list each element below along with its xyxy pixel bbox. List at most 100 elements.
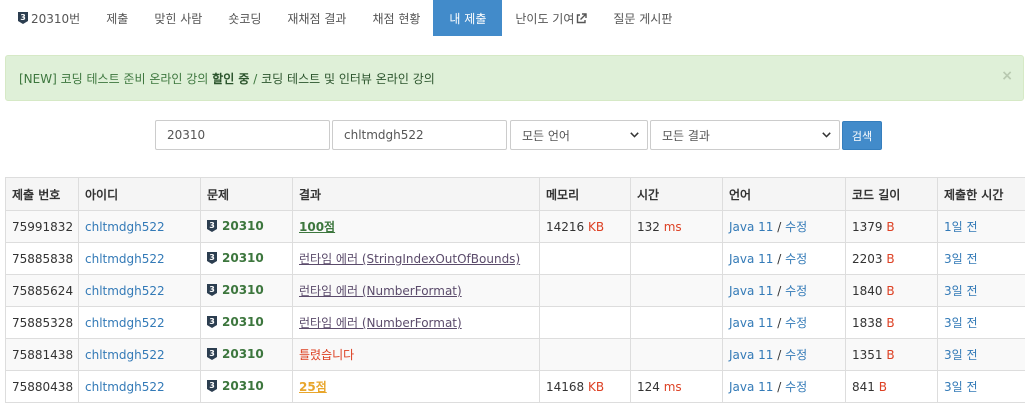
memory-value: 14216	[546, 219, 585, 234]
header-memory: 메모리	[539, 177, 631, 211]
chevron-down-icon	[822, 132, 831, 138]
code-length-cell: 2203 B	[845, 242, 938, 275]
time-unit: ms	[663, 219, 682, 234]
user-id-cell: chltmdgh522	[78, 242, 201, 275]
user-link[interactable]: chltmdgh522	[85, 348, 165, 362]
submission-id: 75991832	[5, 210, 79, 243]
submitted-time-link[interactable]: 3일 전	[944, 348, 978, 362]
language-link[interactable]: Java 11	[729, 220, 773, 234]
result-text[interactable]: 런타임 에러 (StringIndexOutOfBounds)	[299, 252, 520, 266]
tab-label: 제출	[106, 11, 129, 26]
problem-cell: 3 20310	[200, 306, 293, 339]
notice-banner: [NEW] 코딩 테스트 준비 온라인 강의 할인 중 / 코딩 테스트 및 인…	[5, 55, 1024, 101]
tab-my-submissions[interactable]: 내 제출	[433, 0, 503, 36]
code-length-value: 1379	[852, 219, 883, 234]
result-select-value: 모든 결과	[662, 128, 710, 143]
user-link[interactable]: chltmdgh522	[85, 316, 165, 330]
submitted-time-cell: 3일 전	[937, 338, 1025, 371]
submitted-time-link[interactable]: 1일 전	[944, 220, 978, 234]
result-select[interactable]: 모든 결과	[650, 120, 840, 150]
code-length-value: 2203	[852, 251, 883, 266]
language-select[interactable]: 모든 언어	[510, 120, 648, 150]
user-id-input[interactable]: chltmdgh522	[332, 120, 507, 150]
time-cell	[630, 338, 723, 371]
result-cell: 25점	[292, 370, 540, 403]
problem-link[interactable]: 3 20310	[207, 315, 264, 329]
problem-link[interactable]: 3 20310	[207, 251, 264, 265]
language-link[interactable]: Java 11	[729, 252, 773, 266]
memory-unit: KB	[588, 219, 605, 234]
code-length-value: 1838	[852, 315, 883, 330]
language-link[interactable]: Java 11	[729, 284, 773, 298]
code-length-unit: B	[878, 379, 887, 394]
tab-difficulty-contribution[interactable]: 난이도 기여	[502, 0, 600, 36]
submitted-time-link[interactable]: 3일 전	[944, 380, 978, 394]
edit-link[interactable]: 수정	[785, 380, 807, 394]
tab-submit[interactable]: 제출	[93, 0, 141, 36]
code-length-unit: B	[886, 347, 895, 362]
code-length-value: 1840	[852, 283, 883, 298]
submitted-time-link[interactable]: 3일 전	[944, 252, 978, 266]
tab-problem[interactable]: 3 20310번	[5, 0, 93, 36]
tab-label: 재채점 결과	[287, 11, 347, 26]
code-length-unit: B	[886, 283, 895, 298]
edit-link[interactable]: 수정	[785, 252, 807, 266]
problem-link[interactable]: 3 20310	[207, 283, 264, 297]
tab-short-coding[interactable]: 숏코딩	[215, 0, 274, 36]
notice-prefix: [NEW] 코딩 테스트 준비 온라인 강의	[19, 71, 213, 86]
submitted-time-cell: 3일 전	[937, 306, 1025, 339]
result-cell: 런타임 에러 (StringIndexOutOfBounds)	[292, 242, 540, 275]
memory-unit: KB	[588, 379, 605, 394]
edit-link[interactable]: 수정	[785, 284, 807, 298]
result-text[interactable]: 런타임 에러 (NumberFormat)	[299, 316, 462, 330]
submission-id: 75881438	[5, 338, 79, 371]
user-link[interactable]: chltmdgh522	[85, 284, 165, 298]
user-link[interactable]: chltmdgh522	[85, 252, 165, 266]
table-row: 75885328 chltmdgh522 3 20310 런타임 에러 (Numb…	[5, 306, 1025, 339]
tab-label: 난이도 기여	[515, 11, 575, 26]
language-link[interactable]: Java 11	[729, 348, 773, 362]
header-language: 언어	[722, 177, 846, 211]
problem-id-input[interactable]: 20310	[155, 120, 330, 150]
external-link-icon	[576, 12, 588, 24]
search-button[interactable]: 검색	[842, 121, 882, 150]
user-id-cell: chltmdgh522	[78, 210, 201, 243]
language-separator: /	[773, 380, 786, 394]
problem-link[interactable]: 3 20310	[207, 379, 264, 393]
problem-link[interactable]: 3 20310	[207, 347, 264, 361]
code-length-unit: B	[886, 219, 895, 234]
edit-link[interactable]: 수정	[785, 348, 807, 362]
language-select-value: 모든 언어	[522, 128, 570, 143]
time-cell: 132 ms	[630, 210, 723, 243]
time-cell: 124 ms	[630, 370, 723, 403]
result-text[interactable]: 런타임 에러 (NumberFormat)	[299, 284, 462, 298]
user-link[interactable]: chltmdgh522	[85, 220, 165, 234]
notice-link[interactable]: 코딩 테스트 및 인터뷰 온라인 강의	[261, 72, 435, 86]
memory-cell	[539, 306, 631, 339]
language-cell: Java 11 / 수정	[722, 274, 846, 307]
problem-tabs: 3 20310번 제출 맞힌 사람 숏코딩 재채점 결과 채점 현황 내 제출 …	[5, 0, 685, 36]
header-submission-id: 제출 번호	[5, 177, 79, 211]
code-length-unit: B	[886, 251, 895, 266]
code-length-value: 841	[852, 379, 875, 394]
submitted-time-link[interactable]: 3일 전	[944, 284, 978, 298]
result-text[interactable]: 25점	[299, 380, 327, 394]
problem-id: 20310	[222, 282, 264, 297]
edit-link[interactable]: 수정	[785, 316, 807, 330]
close-icon[interactable]: ×	[1001, 68, 1013, 84]
language-link[interactable]: Java 11	[729, 380, 773, 394]
problem-cell: 3 20310	[200, 242, 293, 275]
code-length-value: 1351	[852, 347, 883, 362]
result-text[interactable]: 100점	[299, 220, 335, 234]
tab-status[interactable]: 채점 현황	[359, 0, 433, 36]
submitted-time-link[interactable]: 3일 전	[944, 316, 978, 330]
language-link[interactable]: Java 11	[729, 316, 773, 330]
tab-accepted-users[interactable]: 맞힌 사람	[141, 0, 215, 36]
user-link[interactable]: chltmdgh522	[85, 380, 165, 394]
problem-link[interactable]: 3 20310	[207, 219, 264, 233]
tab-rejudge-results[interactable]: 재채점 결과	[274, 0, 359, 36]
memory-cell	[539, 274, 631, 307]
edit-link[interactable]: 수정	[785, 220, 807, 234]
result-cell: 런타임 에러 (NumberFormat)	[292, 274, 540, 307]
tab-question-board[interactable]: 질문 게시판	[600, 0, 685, 36]
